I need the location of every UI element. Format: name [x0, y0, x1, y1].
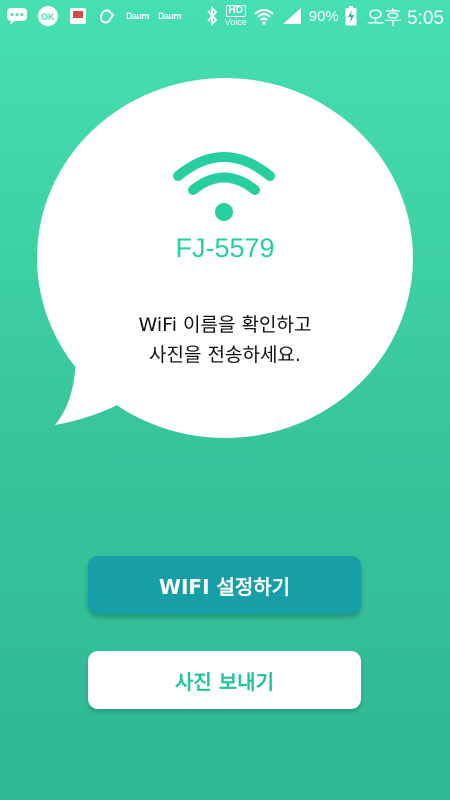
instruction-line-1: WiFi 이름을 확인하고: [138, 314, 312, 336]
instruction-line-2: 사진을 전송하세요.: [149, 344, 301, 366]
send-photo-button[interactable]: 사진 보내기: [88, 651, 361, 709]
wifi-signal-icon: [171, 150, 277, 226]
instruction-text: WiFi 이름을 확인하고 사진을 전송하세요.: [80, 310, 370, 370]
speech-bubble: FJ-5579 WiFi 이름을 확인하고 사진을 전송하세요.: [0, 0, 450, 450]
wifi-settings-button[interactable]: WIFI 설정하기: [88, 556, 361, 614]
wifi-ssid: FJ-5579: [175, 233, 275, 263]
